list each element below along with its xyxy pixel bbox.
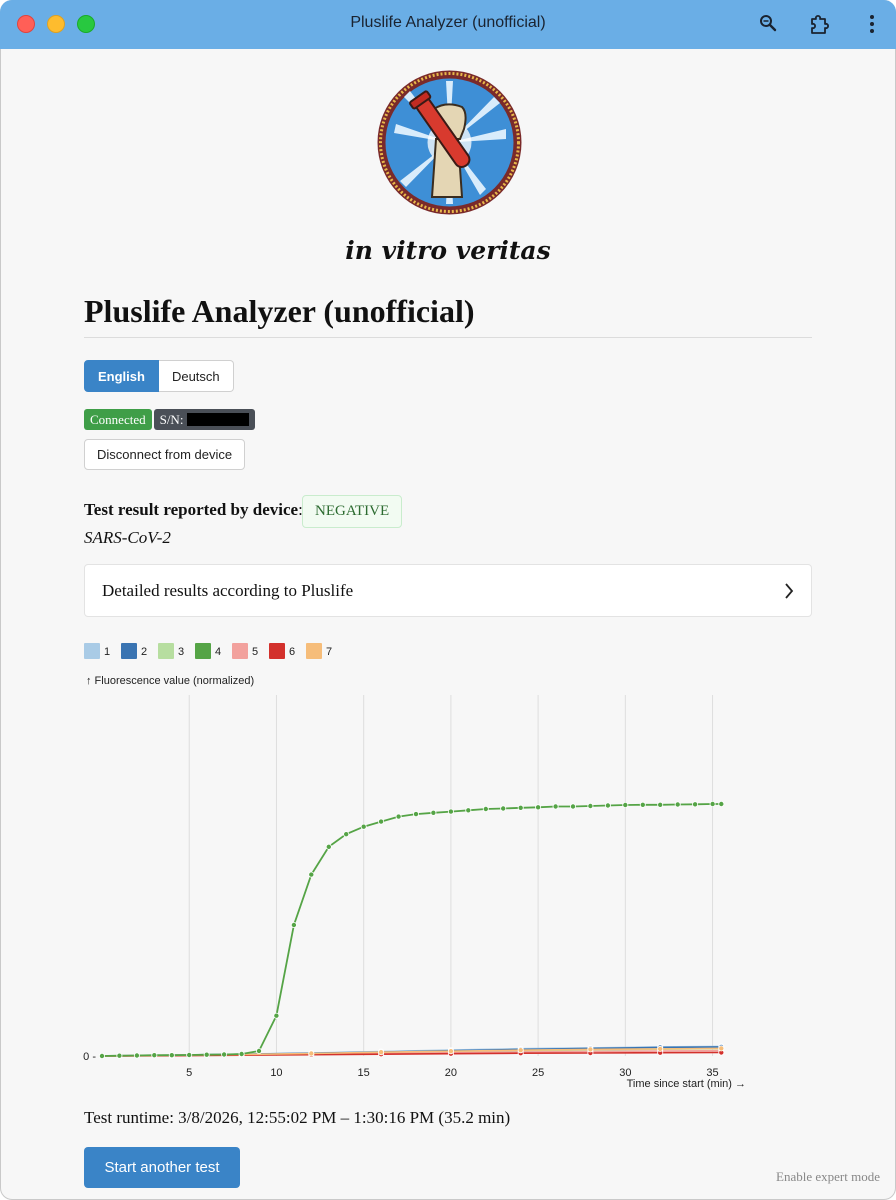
data-point-4 — [412, 811, 419, 818]
data-point-4 — [325, 843, 332, 850]
data-point-4 — [221, 1051, 228, 1058]
test-runtime: Test runtime: 3/8/2026, 12:55:02 PM – 1:… — [84, 1108, 511, 1127]
connected-badge: Connected — [84, 409, 152, 430]
device-status: Connected S/N: — [84, 409, 256, 430]
series-line-4 — [101, 803, 722, 1057]
data-point-7 — [718, 1045, 725, 1052]
x-tick-label-10: 10 — [270, 1067, 282, 1079]
data-point-4 — [500, 805, 507, 812]
language-deutsch-button[interactable]: Deutsch — [158, 360, 234, 392]
data-point-4 — [639, 801, 646, 808]
x-tick-label-25: 25 — [532, 1067, 544, 1079]
data-point-4 — [482, 805, 489, 812]
data-point-4 — [709, 800, 716, 807]
page-title: Pluslife Analyzer (unofficial) — [84, 293, 475, 329]
data-point-4 — [552, 803, 559, 810]
data-point-4 — [657, 801, 664, 808]
language-english-button[interactable]: English — [84, 360, 159, 392]
test-result-label: Test result reported by device: — [84, 500, 303, 519]
data-point-4 — [343, 831, 350, 838]
data-point-7 — [587, 1046, 594, 1053]
legend-label-6: 6 — [289, 646, 295, 658]
pathogen-name: SARS-CoV-2 — [84, 528, 171, 547]
data-point-4 — [517, 804, 524, 811]
chevron-right-icon — [785, 583, 794, 599]
data-point-4 — [360, 823, 367, 830]
result-negative-badge: NEGATIVE — [302, 495, 403, 528]
data-point-4 — [569, 803, 576, 810]
data-point-4 — [168, 1052, 175, 1059]
data-point-4 — [98, 1052, 105, 1059]
legend-label-7: 7 — [326, 646, 332, 658]
data-point-4 — [308, 871, 315, 878]
data-point-4 — [238, 1050, 245, 1057]
detailed-results-accordion[interactable]: Detailed results according to Pluslife — [84, 564, 812, 617]
disconnect-button[interactable]: Disconnect from device — [84, 439, 246, 470]
data-point-7 — [517, 1047, 524, 1054]
legend-label-4: 4 — [215, 646, 221, 658]
legend-label-3: 3 — [178, 646, 184, 658]
data-point-4 — [622, 801, 629, 808]
legend-swatch-2 — [121, 643, 137, 659]
test-result-label-text: Test result reported by device — [84, 500, 299, 519]
data-point-4 — [587, 802, 594, 809]
data-point-7 — [657, 1045, 664, 1052]
logo-motto: in vitro veritas — [345, 236, 551, 265]
data-point-7 — [447, 1048, 454, 1055]
serial-number-badge: S/N: — [153, 409, 256, 430]
detailed-results-label: Detailed results according to Pluslife — [102, 581, 354, 600]
data-point-4 — [692, 801, 699, 808]
app-window: Pluslife Analyzer (unofficial) in vitro … — [0, 0, 896, 1200]
data-point-4 — [604, 802, 611, 809]
zoom-icon[interactable] — [757, 12, 781, 36]
extension-icon[interactable] — [808, 12, 832, 36]
language-switch: English Deutsch — [84, 360, 234, 392]
data-point-4 — [430, 809, 437, 816]
data-point-4 — [465, 807, 472, 814]
more-menu-icon[interactable] — [860, 12, 884, 36]
legend-label-2: 2 — [141, 646, 147, 658]
data-point-4 — [395, 813, 402, 820]
data-point-4 — [133, 1052, 140, 1059]
legend-swatch-1 — [84, 643, 100, 659]
data-point-4 — [674, 801, 681, 808]
serial-redacted — [187, 413, 250, 426]
x-tick-label-15: 15 — [358, 1067, 370, 1079]
legend-swatch-3 — [158, 643, 174, 659]
enable-expert-mode-link[interactable]: Enable expert mode — [776, 1169, 880, 1185]
legend-swatch-7 — [306, 643, 322, 659]
legend-swatch-5 — [232, 643, 248, 659]
data-point-7 — [378, 1049, 385, 1056]
serial-label: S/N: — [159, 412, 184, 427]
x-tick-label-5: 5 — [186, 1067, 192, 1079]
start-another-test-button[interactable]: Start another test — [84, 1147, 240, 1188]
data-point-4 — [535, 804, 542, 811]
y-axis-label: ↑ Fluorescence value (normalized) — [86, 675, 254, 687]
legend-label-5: 5 — [252, 646, 258, 658]
data-point-4 — [255, 1047, 262, 1054]
data-point-4 — [203, 1051, 210, 1058]
data-point-4 — [447, 808, 454, 815]
data-point-4 — [151, 1052, 158, 1059]
data-point-4 — [116, 1052, 123, 1059]
fluorescence-chart: 1 2 3 4 5 6 7 ↑ Fluorescence value (normalized)… — [83, 643, 746, 1090]
data-point-4 — [290, 921, 297, 928]
legend-label-1: 1 — [104, 646, 110, 658]
x-tick-label-20: 20 — [445, 1067, 457, 1079]
y-tick-label-0: 0 - — [83, 1051, 96, 1063]
legend-swatch-4 — [195, 643, 211, 659]
title-bar: Pluslife Analyzer (unofficial) — [0, 0, 896, 49]
x-axis-label: Time since start (min) → — [627, 1078, 746, 1090]
logo-emblem — [377, 70, 522, 215]
data-point-4 — [186, 1051, 193, 1058]
data-point-4 — [273, 1012, 280, 1019]
data-point-4 — [718, 800, 725, 807]
legend-swatch-6 — [269, 643, 285, 659]
data-point-4 — [378, 818, 385, 825]
data-point-7 — [308, 1050, 315, 1057]
title-divider — [84, 337, 812, 338]
